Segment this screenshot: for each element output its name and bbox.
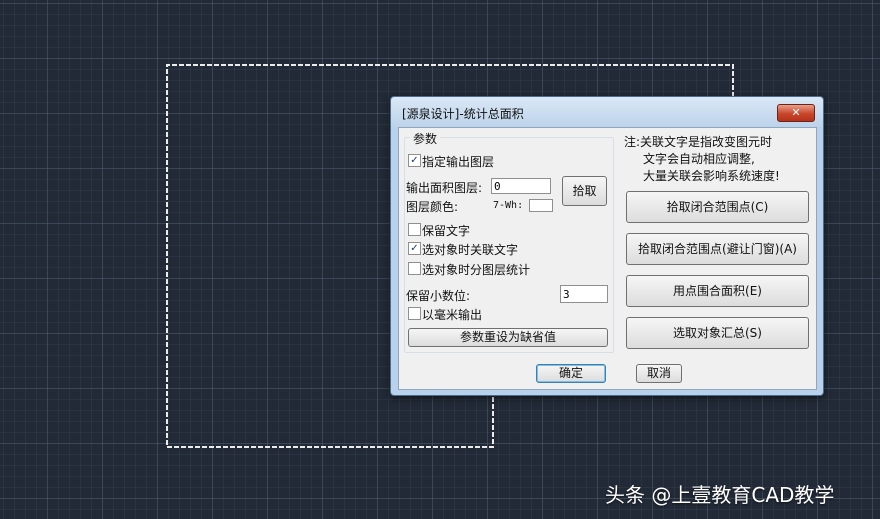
params-legend: 参数 bbox=[410, 130, 441, 147]
specify-layer-checkbox[interactable]: ✓ bbox=[408, 154, 421, 167]
area-layer-label: 输出面积图层: bbox=[406, 181, 483, 195]
by-layer-checkbox[interactable] bbox=[408, 262, 421, 275]
keep-text-label: 保留文字 bbox=[422, 224, 471, 238]
keep-text-checkbox[interactable] bbox=[408, 223, 421, 236]
area-layer-input[interactable]: 0 bbox=[491, 178, 551, 194]
decimals-input[interactable]: 3 bbox=[560, 285, 608, 303]
note-line-2: 文字会自动相应调整, bbox=[643, 152, 755, 166]
close-icon: ✕ bbox=[791, 106, 801, 119]
specify-layer-label: 指定输出图层 bbox=[422, 155, 495, 169]
layer-color-label: 图层颜色: bbox=[406, 200, 459, 214]
params-group: 参数 ✓ 指定输出图层 输出面积图层: 0 图层颜色: 7-Wh: 拾取 保留文… bbox=[404, 130, 614, 353]
ok-button[interactable]: 确定 bbox=[536, 364, 606, 383]
by-layer-label: 选对象时分图层统计 bbox=[422, 263, 531, 277]
decimals-label: 保留小数位: bbox=[406, 289, 471, 303]
select-objects-summary-button[interactable]: 选取对象汇总(S) bbox=[626, 317, 809, 349]
note-line-3: 大量关联会影响系统速度! bbox=[643, 169, 780, 183]
layer-color-value: 7-Wh: bbox=[493, 200, 524, 211]
point-enclose-area-button[interactable]: 用点围合面积(E) bbox=[626, 275, 809, 307]
mm-output-checkbox[interactable] bbox=[408, 307, 421, 320]
area-stats-dialog: [源泉设计]-统计总面积 ✕ 参数 ✓ 指定输出图层 输出面积图层: 0 图层颜… bbox=[390, 96, 824, 396]
link-text-label: 选对象时关联文字 bbox=[422, 243, 519, 257]
pick-layer-button[interactable]: 拾取 bbox=[562, 176, 607, 206]
link-text-checkbox[interactable]: ✓ bbox=[408, 242, 421, 255]
dialog-client: 参数 ✓ 指定输出图层 输出面积图层: 0 图层颜色: 7-Wh: 拾取 保留文… bbox=[398, 127, 817, 390]
note-line-1: 注:关联文字是指改变图元时 bbox=[624, 135, 773, 149]
dialog-title: [源泉设计]-统计总面积 bbox=[402, 107, 524, 121]
watermark: 头条 @上壹教育CAD教学 bbox=[605, 483, 835, 507]
dialog-titlebar[interactable]: [源泉设计]-统计总面积 ✕ bbox=[391, 97, 823, 127]
mm-output-label: 以毫米输出 bbox=[422, 308, 483, 322]
pick-closed-point-avoid-doors-button[interactable]: 拾取闭合范围点(避让门窗)(A) bbox=[626, 233, 809, 265]
reset-defaults-button[interactable]: 参数重设为缺省值 bbox=[408, 328, 608, 347]
close-button[interactable]: ✕ bbox=[777, 104, 815, 122]
layer-color-swatch[interactable] bbox=[529, 199, 553, 212]
pick-closed-point-button[interactable]: 拾取闭合范围点(C) bbox=[626, 191, 809, 223]
cancel-button[interactable]: 取消 bbox=[636, 364, 682, 383]
